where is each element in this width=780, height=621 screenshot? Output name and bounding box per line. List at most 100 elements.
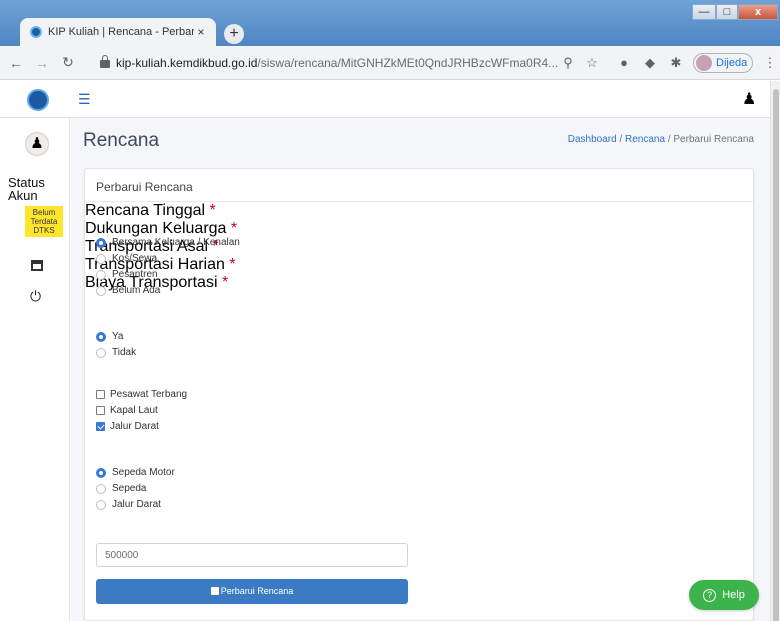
required-mark: *: [230, 220, 238, 237]
browser-toolbar: ← → ↻ kip-kuliah.kemdikbud.go.id/siswa/r…: [0, 46, 780, 80]
user-graduate-icon[interactable]: ♟: [742, 89, 756, 109]
dukungan-keluarga-text: Dukungan Keluarga: [85, 220, 227, 237]
bookmark-star-icon[interactable]: ☆: [584, 55, 600, 71]
checkbox-label: Pesawat Terbang: [110, 389, 188, 400]
radio-label: Bersama Keluarga / Kenalan: [112, 237, 240, 248]
radio-bersama-keluarga[interactable]: Bersama Keluarga / Kenalan: [96, 237, 240, 248]
radio-button-selected[interactable]: [96, 237, 106, 248]
biaya-transportasi-label: Biaya Transportasi *: [85, 274, 753, 292]
radio-ya[interactable]: Ya: [96, 331, 124, 342]
url-host: kip-kuliah.kemdikbud.go.id: [116, 56, 258, 70]
required-mark: *: [221, 274, 229, 291]
breadcrumb-rencana[interactable]: Rencana: [625, 134, 665, 145]
radio-button[interactable]: [96, 269, 106, 280]
form-card: Perbarui Rencana Rencana Tinggal * Bersa…: [84, 168, 754, 621]
checkbox-checked[interactable]: [96, 422, 105, 431]
breadcrumb-current: Perbarui Rencana: [673, 134, 754, 145]
radio-button[interactable]: [96, 483, 106, 494]
url-path: /siswa/rencana/MitGNHZkMEt0QndJRHBzcWFma…: [257, 56, 559, 70]
site-favicon-icon: [30, 26, 42, 38]
extension-color-icon[interactable]: ◆: [642, 55, 658, 71]
zoom-icon[interactable]: ⚲: [560, 55, 576, 71]
checkbox[interactable]: [96, 390, 105, 399]
radio-label: Ya: [112, 331, 124, 342]
radio-button[interactable]: [96, 253, 106, 264]
profile-button[interactable]: Dijeda: [693, 53, 753, 73]
radio-sepeda[interactable]: Sepeda: [96, 483, 146, 494]
page-scrollbar[interactable]: [770, 81, 780, 621]
status-badge: Belum Terdata DTKS: [25, 206, 63, 237]
profile-avatar: [696, 55, 712, 71]
lock-icon: [100, 55, 110, 68]
main-content: Rencana Dashboard / Rencana / Perbarui R…: [71, 118, 770, 621]
address-bar[interactable]: kip-kuliah.kemdikbud.go.id/siswa/rencana…: [100, 51, 602, 75]
radio-label: Pesantren: [112, 269, 158, 280]
save-icon: [210, 587, 219, 595]
tab-title: KIP Kuliah | Rencana - Perbarui R: [48, 26, 194, 38]
question-icon: ?: [703, 588, 717, 602]
required-mark: *: [229, 256, 236, 273]
window-controls: — □ x: [692, 4, 778, 20]
help-label: Help: [722, 589, 745, 601]
sidebar: ♟ Status Akun Belum Terdata DTKS ⏻: [0, 118, 70, 621]
status-akun-label: Status Akun: [8, 175, 45, 203]
radio-label: Tidak: [112, 347, 137, 358]
radio-kos-sewa[interactable]: Kos/Sewa: [96, 253, 157, 264]
radio-sepeda-motor[interactable]: Sepeda Motor: [96, 467, 175, 478]
radio-button[interactable]: [96, 285, 106, 296]
browser-tab[interactable]: KIP Kuliah | Rencana - Perbarui R ×: [20, 18, 216, 46]
radio-tidak[interactable]: Tidak: [96, 347, 136, 358]
power-icon[interactable]: ⏻: [30, 288, 41, 305]
checkbox-kapal-laut[interactable]: Kapal Laut: [96, 405, 158, 416]
radio-label: Kos/Sewa: [112, 253, 158, 264]
radio-label: Belum Ada: [112, 285, 161, 296]
hamburger-menu-icon[interactable]: ☰: [78, 91, 91, 108]
rencana-tinggal-label: Rencana Tinggal *: [85, 202, 753, 220]
rencana-tinggal-text: Rencana Tinggal: [85, 202, 206, 219]
breadcrumb-separator: /: [616, 134, 626, 145]
forward-icon[interactable]: →: [32, 55, 52, 71]
radio-button-selected[interactable]: [96, 331, 106, 342]
radio-label: Jalur Darat: [112, 499, 161, 510]
dukungan-keluarga-label: Dukungan Keluarga *: [85, 220, 753, 238]
profile-name: Dijeda: [716, 57, 748, 69]
breadcrumb-dashboard[interactable]: Dashboard: [568, 134, 617, 145]
page-title: Rencana: [83, 130, 160, 151]
browser-tab-bar: KIP Kuliah | Rencana - Perbarui R × + — …: [0, 0, 780, 46]
extension-shield-icon[interactable]: ●: [616, 55, 632, 71]
checkbox-label: Kapal Laut: [110, 405, 158, 416]
radio-label: Sepeda Motor: [112, 467, 175, 478]
close-window-button[interactable]: x: [738, 4, 778, 20]
reload-icon[interactable]: ↻: [58, 54, 78, 71]
button-label: Perbarui Rencana: [220, 586, 294, 596]
menu-kebab-icon[interactable]: ⋮: [762, 55, 778, 71]
checkbox[interactable]: [96, 406, 105, 415]
perbarui-rencana-button[interactable]: Perbarui Rencana: [96, 579, 408, 604]
radio-label: Sepeda: [112, 483, 147, 494]
radio-pesantren[interactable]: Pesantren: [96, 269, 158, 280]
app-navbar: ☰ ♟: [0, 81, 770, 118]
checkbox-label: Jalur Darat: [110, 421, 159, 432]
card-title: Perbarui Rencana: [85, 169, 753, 202]
breadcrumb: Dashboard / Rencana / Perbarui Rencana: [568, 134, 754, 145]
transportasi-harian-label: Transportasi Harian *: [85, 256, 753, 274]
minimize-button[interactable]: —: [692, 4, 716, 20]
radio-button[interactable]: [96, 499, 106, 510]
tab-close-icon[interactable]: ×: [194, 25, 208, 39]
help-button[interactable]: ? Help: [689, 580, 759, 610]
biaya-transportasi-input[interactable]: 500000: [96, 543, 408, 567]
radio-button-selected[interactable]: [96, 467, 106, 478]
new-tab-button[interactable]: +: [224, 24, 244, 44]
calendar-icon[interactable]: [31, 260, 43, 271]
radio-jalur-darat-harian[interactable]: Jalur Darat: [96, 499, 161, 510]
checkbox-pesawat-terbang[interactable]: Pesawat Terbang: [96, 389, 187, 400]
user-avatar: ♟: [25, 132, 49, 156]
extensions-puzzle-icon[interactable]: ✱: [668, 55, 684, 71]
maximize-button[interactable]: □: [716, 4, 738, 20]
radio-button[interactable]: [96, 347, 106, 358]
checkbox-jalur-darat[interactable]: Jalur Darat: [96, 421, 159, 432]
radio-belum-ada[interactable]: Belum Ada: [96, 285, 160, 296]
kemdikbud-logo-icon[interactable]: [27, 89, 49, 111]
scrollbar-thumb[interactable]: [773, 89, 779, 621]
back-icon[interactable]: ←: [6, 55, 26, 71]
